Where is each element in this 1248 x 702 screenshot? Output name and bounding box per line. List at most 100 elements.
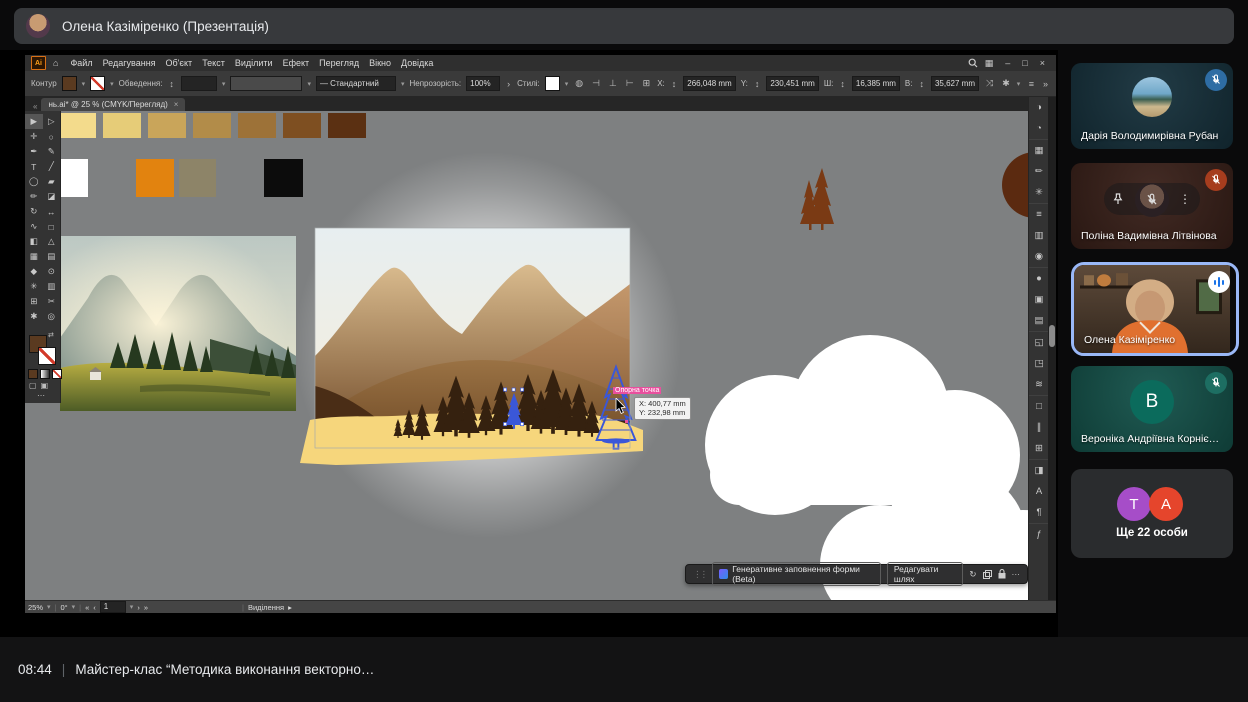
draw-behind-icon[interactable]: ▣ [41,381,49,390]
participant-tile-dariia[interactable]: Дарія Володимирівна Рубан [1071,63,1233,149]
character-panel-icon[interactable]: A [1029,481,1049,502]
gradient-mode-button[interactable] [40,369,50,379]
gradient-tool[interactable]: ▤ [43,249,61,264]
stroke-panel-icon[interactable]: ≡ [1029,203,1049,225]
column-graph-tool[interactable]: ▥ [43,279,61,294]
scale-tool[interactable]: ↔ [43,204,61,219]
panel-menu-icon[interactable]: ≡ [1027,79,1036,89]
width-field[interactable]: 16,385 mm [852,76,900,91]
swap-fill-stroke-icon[interactable]: ⇄ [48,331,54,339]
artboard-number-field[interactable]: 1 [100,601,126,613]
next-artboard-icon[interactable]: › [137,603,140,612]
pen-tool[interactable]: ✒ [25,144,43,159]
style-swatch[interactable] [545,76,560,91]
color-swatch-object[interactable] [136,159,174,197]
color-swatch-object[interactable] [193,113,231,138]
rotate-tool[interactable]: ↻ [25,204,43,219]
curvature-tool[interactable]: ✎ [43,144,61,159]
transform-panel-icon[interactable]: ⊞ [1029,438,1049,459]
stepper-icon[interactable]: ↕ [670,79,679,89]
stroke-weight-field[interactable] [181,76,217,91]
paragraph-panel-icon[interactable]: ¶ [1029,502,1049,523]
lasso-tool[interactable]: ○ [43,129,61,144]
height-field[interactable]: 35,627 mm [931,76,979,91]
opacity-field[interactable]: 100% [466,76,500,91]
search-icon[interactable] [968,58,978,68]
participant-tile-polina[interactable]: ⋮ Поліна Вадимівна Літвінова [1071,163,1233,249]
stepper-icon[interactable]: ↕ [167,79,176,89]
menu-item[interactable]: Об'єкт [161,58,198,68]
color-swatch-object[interactable] [264,159,303,197]
last-artboard-icon[interactable]: » [144,603,148,612]
free-transform-tool[interactable]: □ [43,219,61,234]
menu-item[interactable]: Файл [65,58,97,68]
document-tab[interactable]: нь.ai* @ 25 % (CMYK/Перегляд) × [41,98,185,111]
layers-panel-icon[interactable]: ▤ [1029,310,1049,331]
mesh-tool[interactable]: ▦ [25,249,43,264]
lock-icon[interactable] [998,569,1006,579]
overflow-participants-tile[interactable]: T A Ще 22 особи [1071,469,1233,558]
none-mode-button[interactable] [52,369,62,379]
minimize-button[interactable]: – [1000,58,1015,68]
zoom-level[interactable]: 25% [28,603,43,612]
reference-photo[interactable] [60,236,296,411]
hand-tool[interactable]: ✱ [25,309,43,324]
tab-close-icon[interactable]: × [174,100,179,109]
toolbar-stroke-swatch[interactable] [38,347,56,365]
color-panel-icon[interactable]: ◑ [1029,97,1049,118]
illustrator-canvas[interactable]: ⋮⋮ Генеративне заповнення форми (Beta) Р… [25,111,1028,600]
transform-icon[interactable]: ⤨ [984,78,995,89]
workspace-switcher-icon[interactable]: ▦ [980,58,999,69]
vertical-scrollbar[interactable] [1048,97,1056,600]
restore-button[interactable]: □ [1017,58,1032,68]
type-tool[interactable]: T [25,159,43,174]
document-setup-icon[interactable]: ◍ [573,78,585,89]
color-swatch-object[interactable] [328,113,366,138]
color-swatch-object[interactable] [179,159,216,197]
shape-options-icon[interactable]: ✱ [1000,78,1012,89]
zoom-tool[interactable]: ◎ [43,309,61,324]
stepper-icon[interactable]: ↕ [753,79,762,89]
align-panel-icon[interactable]: ∥ [1029,417,1049,438]
dock-collapse-icon[interactable]: « [29,102,41,111]
first-artboard-icon[interactable]: « [85,603,89,612]
close-button[interactable]: × [1035,58,1050,68]
menu-item[interactable]: Текст [197,58,230,68]
brush-definition-field[interactable] [230,76,302,91]
shape-builder-tool[interactable]: ◧ [25,234,43,249]
copy-icon[interactable] [983,570,992,579]
appearance-panel-icon[interactable]: ● [1029,267,1049,289]
tile-more-icon[interactable]: ⋮ [1179,192,1191,206]
generative-fill-button[interactable]: Генеративне заповнення форми (Beta) [712,562,881,586]
reference-point-icon[interactable]: ⊞ [641,78,653,89]
variable-width-profile[interactable]: — Стандартний [316,76,396,91]
menu-item[interactable]: Перегляд [314,58,364,68]
pencil-tool[interactable]: ✏ [25,189,43,204]
eraser-tool[interactable]: ◪ [43,189,61,204]
asset-export-panel-icon[interactable]: ◳ [1029,353,1049,374]
blend-tool[interactable]: ⊙ [43,264,61,279]
refresh-icon[interactable]: ↻ [969,569,976,580]
draw-normal-icon[interactable]: ▢ [29,381,37,390]
stroke-color-swatch[interactable] [90,76,105,91]
stepper-icon[interactable]: ↕ [838,79,847,89]
direct-selection-tool[interactable]: ▷ [43,114,61,129]
dock-arrows-icon[interactable]: » [1041,79,1050,89]
participant-tile-veronika[interactable]: B Вероніка Андріївна Корніє… [1071,366,1233,452]
perspective-grid-tool[interactable]: △ [43,234,61,249]
prev-artboard-icon[interactable]: ‹ [93,603,96,612]
stepper-icon[interactable]: ↕ [917,79,926,89]
status-expand-icon[interactable]: ▸ [288,603,292,612]
color-swatch-object[interactable] [58,159,88,197]
symbol-sprayer-tool[interactable]: ✳ [25,279,43,294]
pin-icon[interactable] [1113,193,1123,205]
artboards-panel-icon[interactable]: ◱ [1029,331,1049,353]
ellipse-tool[interactable]: ◯ [25,174,43,189]
magic-wand-tool[interactable]: ✛ [25,129,43,144]
gradient-panel-icon[interactable]: ▥ [1029,225,1049,246]
lone-tree-object[interactable] [800,168,834,232]
cloud-objects[interactable] [625,291,1028,600]
align-left-icon[interactable]: ⊣ [590,78,602,89]
symbols-panel-icon[interactable]: ✳ [1029,182,1049,203]
properties-panel-icon[interactable]: ≋ [1029,374,1049,395]
